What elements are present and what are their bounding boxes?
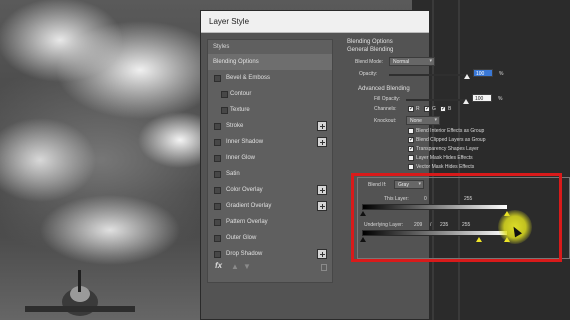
channel-g-label: G — [432, 106, 436, 112]
move-down-icon[interactable]: ▼ — [243, 263, 251, 271]
channel-b-label: B — [448, 106, 452, 112]
style-item-inner-shadow[interactable]: Inner Shadow — [208, 134, 332, 150]
style-item-inner-glow[interactable]: Inner Glow — [208, 150, 332, 166]
fill-opacity-slider[interactable] — [406, 99, 466, 101]
style-item-pattern-overlay[interactable]: Pattern Overlay — [208, 214, 332, 230]
airplane-image — [25, 270, 135, 316]
style-item-stroke[interactable]: Stroke — [208, 118, 332, 134]
option-label: Transparency Shapes Layer — [416, 146, 479, 152]
add-icon[interactable] — [317, 137, 327, 147]
checkbox[interactable] — [214, 171, 221, 178]
option-checkbox[interactable] — [408, 136, 414, 143]
style-item-gradient-overlay[interactable]: Gradient Overlay — [208, 198, 332, 214]
option-label: Layer Mask Hides Effects — [416, 155, 473, 161]
add-icon[interactable] — [317, 185, 327, 195]
option-checkbox[interactable] — [408, 164, 414, 170]
advanced-blending-group: Advanced Blending Fill Opacity: 100 % Ch… — [358, 86, 568, 176]
opacity-slider-handle[interactable] — [464, 74, 470, 79]
opacity-value[interactable]: 100 — [473, 69, 493, 77]
blend-mode-label: Blend Mode: — [355, 59, 384, 65]
checkbox[interactable] — [214, 235, 221, 242]
channels-label: Channels: — [374, 106, 397, 112]
knockout-label: Knockout: — [374, 118, 397, 124]
checkbox[interactable] — [214, 219, 221, 226]
move-up-icon[interactable]: ▲ — [231, 263, 239, 271]
fill-opacity-label: Fill Opacity: — [374, 96, 401, 102]
general-blending-title: General Blending — [347, 47, 394, 53]
style-item-blending-options[interactable]: Blending Options — [208, 54, 332, 70]
styles-header: Styles — [213, 44, 230, 50]
option-checkbox[interactable] — [408, 155, 414, 161]
style-item-bevel-emboss[interactable]: Bevel & Emboss — [208, 70, 332, 86]
style-item-color-overlay[interactable]: Color Overlay — [208, 182, 332, 198]
dialog-titlebar[interactable]: Layer Style — [201, 11, 429, 33]
add-icon[interactable] — [317, 201, 327, 211]
option-checkbox[interactable] — [408, 128, 414, 134]
dialog-title: Layer Style — [209, 17, 250, 26]
fill-opacity-value[interactable]: 100 — [472, 94, 492, 102]
style-item-texture[interactable]: Texture — [208, 102, 332, 118]
option-label: Blend Clipped Layers as Group — [416, 137, 486, 143]
opacity-label: Opacity: — [359, 71, 378, 77]
checkbox[interactable] — [214, 155, 221, 162]
checkbox[interactable] — [221, 107, 228, 114]
opacity-slider[interactable] — [389, 74, 465, 76]
blend-mode-select[interactable]: Normal — [389, 57, 435, 66]
highlight-box — [351, 173, 562, 262]
checkbox[interactable] — [214, 187, 221, 194]
checkbox[interactable] — [214, 123, 221, 130]
styles-toolbar: fx ▲ ▼ — [207, 257, 333, 279]
channel-b-checkbox[interactable] — [440, 105, 446, 112]
add-icon[interactable] — [317, 121, 327, 131]
checkbox[interactable] — [214, 139, 221, 146]
option-checkbox[interactable] — [408, 145, 414, 152]
option-label: Blend Interior Effects as Group — [416, 128, 485, 134]
option-label: Vector Mask Hides Effects — [416, 164, 475, 170]
checkbox[interactable] — [221, 91, 228, 98]
style-item-contour[interactable]: Contour — [208, 86, 332, 102]
fill-opacity-unit: % — [498, 96, 503, 102]
fill-opacity-handle[interactable] — [463, 99, 469, 104]
checkbox[interactable] — [214, 75, 221, 82]
styles-list: Styles Blending Options Bevel & Emboss C… — [207, 39, 333, 283]
style-item-outer-glow[interactable]: Outer Glow — [208, 230, 332, 246]
style-item-satin[interactable]: Satin — [208, 166, 332, 182]
channel-r-checkbox[interactable] — [408, 105, 414, 112]
trash-icon[interactable] — [321, 264, 327, 271]
checkbox[interactable] — [214, 203, 221, 210]
knockout-select[interactable]: None — [406, 116, 440, 125]
channel-g-checkbox[interactable] — [424, 105, 430, 112]
channel-r-label: R — [416, 106, 420, 112]
advanced-blending-title: Advanced Blending — [358, 86, 410, 92]
blending-options-title: Blending Options — [347, 39, 393, 45]
opacity-unit: % — [499, 71, 504, 77]
fx-button[interactable]: fx — [215, 261, 222, 270]
